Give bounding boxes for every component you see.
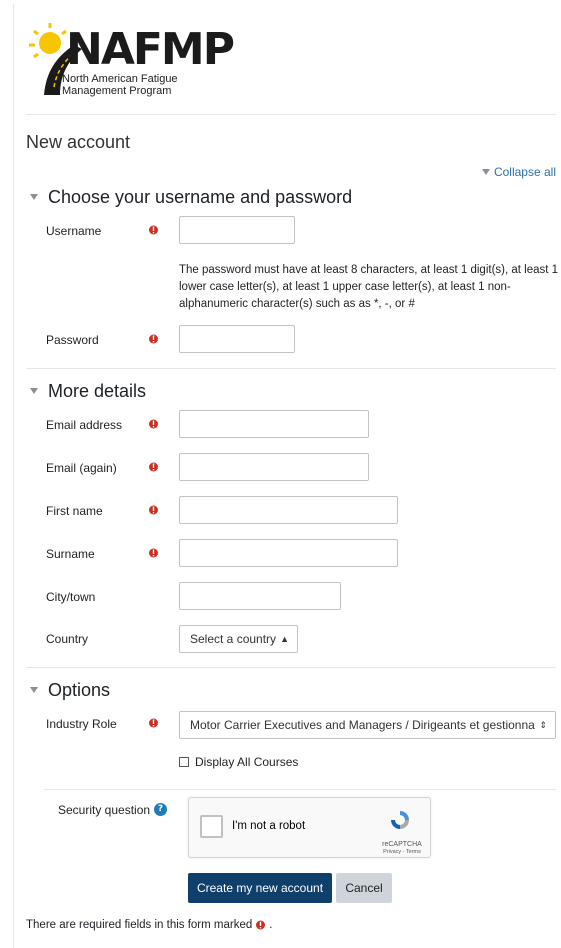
- email-again-input[interactable]: [179, 453, 369, 481]
- cancel-button[interactable]: Cancel: [336, 873, 392, 903]
- section-credentials-heading: Choose your username and password: [48, 187, 353, 207]
- caret-down-icon: [30, 687, 38, 694]
- logo-wordmark: NAFMP: [66, 24, 235, 75]
- city-input[interactable]: [179, 582, 341, 610]
- section-divider: [26, 368, 556, 369]
- logo-subtitle-line1: North American Fatigue: [62, 73, 178, 85]
- industry-role-select[interactable]: Motor Carrier Executives and Managers / …: [179, 711, 556, 739]
- password-label: Password: [46, 333, 99, 347]
- display-all-courses-row[interactable]: Display All Courses: [179, 755, 298, 769]
- surname-input[interactable]: [179, 539, 398, 567]
- username-label: Username: [46, 224, 102, 238]
- question-circle-icon[interactable]: ?: [154, 803, 167, 816]
- logo-subtitle-line2: Management Program: [62, 85, 172, 97]
- display-all-courses-label: Display All Courses: [195, 755, 299, 769]
- required-icon: [149, 225, 158, 235]
- collapse-all-label: Collapse all: [493, 165, 556, 179]
- section-options-heading: Options: [48, 680, 111, 700]
- username-input[interactable]: [179, 216, 295, 244]
- recaptcha-terms-link[interactable]: Privacy - Terms: [382, 849, 422, 855]
- frame-border: [13, 4, 14, 948]
- required-note-end: .: [269, 919, 273, 932]
- section-options-toggle[interactable]: Options: [30, 679, 110, 701]
- recaptcha-logo-icon: [391, 811, 409, 829]
- page-title: New account: [26, 132, 131, 152]
- signup-page: NAFMP North American Fatigue Management …: [0, 0, 561, 948]
- required-icon: [149, 718, 158, 728]
- recaptcha-widget: I'm not a robot reCAPTCHA Privacy - Term…: [188, 797, 431, 858]
- first-name-input[interactable]: [179, 496, 398, 524]
- section-details-toggle[interactable]: More details: [30, 380, 146, 402]
- security-question-label: Security question: [58, 803, 151, 817]
- section-divider: [26, 667, 556, 668]
- caret-down-icon: [30, 194, 38, 201]
- section-details-heading: More details: [48, 381, 147, 401]
- logo-subtitle: North American Fatigue Management Progra…: [62, 73, 212, 97]
- first-name-label: First name: [46, 504, 103, 518]
- caret-down-icon: [481, 168, 490, 175]
- required-icon: [149, 505, 158, 515]
- recaptcha-brand: reCAPTCHA: [382, 841, 422, 848]
- email-label: Email address: [46, 418, 123, 432]
- required-icon: [149, 334, 158, 344]
- required-icon: [149, 462, 158, 472]
- sort-arrows-icon: ⇕: [536, 712, 547, 738]
- section-credentials-toggle[interactable]: Choose your username and password: [30, 186, 352, 208]
- header-divider: [26, 114, 556, 115]
- sort-arrows-icon: ▲: [280, 634, 289, 644]
- section-divider: [44, 789, 556, 790]
- country-label: Country: [46, 632, 89, 646]
- required-fields-note: There are required fields in this form m…: [26, 919, 272, 931]
- industry-role-select-value: Motor Carrier Executives and Managers / …: [190, 718, 535, 732]
- required-icon: [149, 548, 158, 558]
- password-policy-text: The password must have at least 8 charac…: [179, 264, 559, 310]
- required-note-text: There are required fields in this form m…: [26, 919, 253, 932]
- email-again-label: Email (again): [46, 461, 117, 475]
- caret-down-icon: [30, 388, 38, 395]
- country-select-value: Select a country: [190, 632, 277, 646]
- password-input[interactable]: [179, 325, 295, 353]
- surname-label: Surname: [46, 547, 95, 561]
- required-icon: [256, 920, 266, 930]
- city-label: City/town: [46, 590, 96, 604]
- nafmp-logo: NAFMP North American Fatigue Management …: [26, 17, 235, 107]
- collapse-all-link[interactable]: Collapse all: [481, 165, 556, 179]
- display-all-courses-checkbox[interactable]: [179, 757, 189, 767]
- required-icon: [149, 419, 158, 429]
- create-account-button[interactable]: Create my new account: [188, 873, 332, 903]
- country-select[interactable]: Select a country ▲: [179, 625, 298, 653]
- recaptcha-text: I'm not a robot: [232, 820, 306, 832]
- recaptcha-checkbox[interactable]: [200, 815, 223, 838]
- email-input[interactable]: [179, 410, 369, 438]
- industry-role-label: Industry Role: [46, 717, 117, 731]
